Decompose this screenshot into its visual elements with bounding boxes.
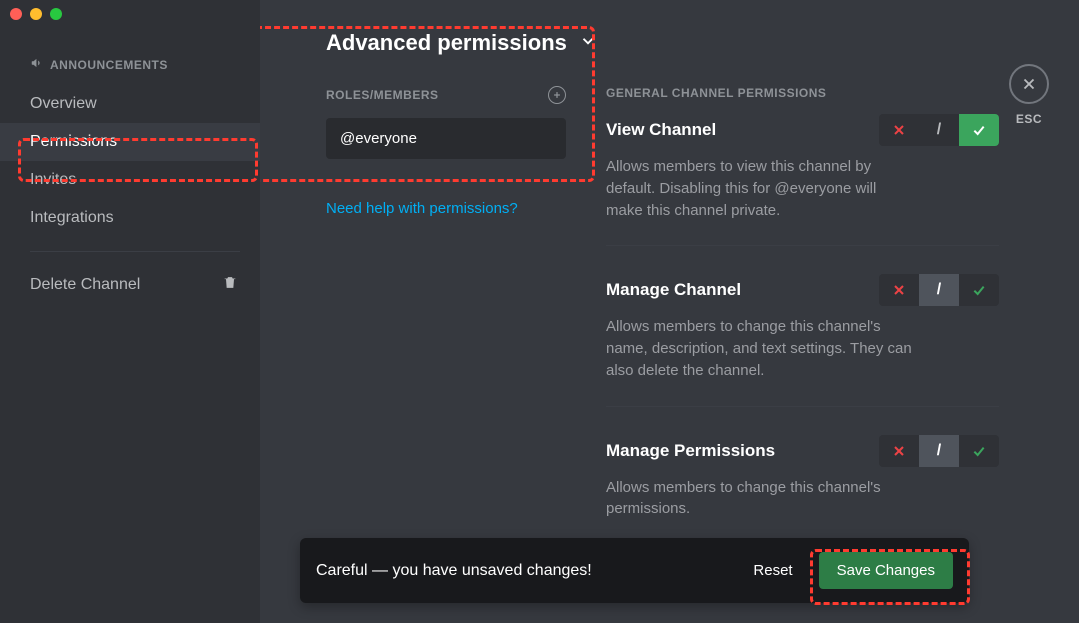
- add-role-button[interactable]: [548, 86, 566, 104]
- page-title-row: Advanced permissions: [326, 30, 999, 56]
- perm-row: Manage Permissions /: [606, 435, 999, 467]
- sidebar-item-permissions[interactable]: Permissions: [0, 123, 260, 161]
- perm-divider: [606, 406, 999, 407]
- toggle-neutral[interactable]: /: [919, 435, 959, 467]
- save-changes-button[interactable]: Save Changes: [819, 552, 953, 589]
- sidebar-item-label: Invites: [30, 171, 76, 188]
- reset-label: Reset: [753, 562, 792, 579]
- perm-row: View Channel /: [606, 114, 999, 146]
- role-chip-everyone[interactable]: @everyone: [326, 118, 566, 159]
- sidebar: ANNOUNCEMENTS Overview Permissions Invit…: [0, 0, 260, 623]
- toggle-deny[interactable]: [879, 274, 919, 306]
- perm-manage-permissions: Manage Permissions / Allows members to c…: [606, 435, 999, 521]
- save-label: Save Changes: [837, 562, 935, 579]
- perm-toggle-manage-permissions[interactable]: /: [879, 435, 999, 467]
- help-link[interactable]: Need help with permissions?: [326, 200, 566, 217]
- perm-title: Manage Channel: [606, 280, 741, 300]
- close-esc: ESC: [1009, 64, 1049, 126]
- columns: ROLES/MEMBERS @everyone Need help with p…: [326, 86, 999, 548]
- sidebar-item-label: Integrations: [30, 209, 114, 226]
- toggle-allow[interactable]: [959, 435, 999, 467]
- sidebar-item-overview[interactable]: Overview: [0, 85, 260, 123]
- perm-row: Manage Channel /: [606, 274, 999, 306]
- perm-desc: Allows members to view this channel by d…: [606, 156, 916, 221]
- toggle-allow[interactable]: [959, 114, 999, 146]
- unsaved-changes-bar: Careful — you have unsaved changes! Rese…: [300, 538, 969, 603]
- perm-desc: Allows members to change this channel's …: [606, 477, 916, 521]
- perm-toggle-manage-channel[interactable]: /: [879, 274, 999, 306]
- page-title: Advanced permissions: [326, 30, 567, 56]
- sidebar-item-label: Overview: [30, 95, 97, 112]
- sidebar-item-delete-channel[interactable]: Delete Channel: [0, 266, 260, 304]
- perm-title: Manage Permissions: [606, 441, 775, 461]
- sidebar-header-label: ANNOUNCEMENTS: [50, 58, 168, 72]
- sidebar-item-integrations[interactable]: Integrations: [0, 199, 260, 237]
- unsaved-message: Careful — you have unsaved changes!: [316, 562, 727, 580]
- app-root: ANNOUNCEMENTS Overview Permissions Invit…: [0, 0, 1079, 623]
- help-link-text: Need help with permissions?: [326, 200, 518, 217]
- close-window-dot[interactable]: [10, 8, 22, 20]
- roles-column: ROLES/MEMBERS @everyone Need help with p…: [326, 86, 566, 548]
- roles-divider: [326, 181, 566, 182]
- minimize-window-dot[interactable]: [30, 8, 42, 20]
- chevron-down-icon[interactable]: [579, 32, 597, 55]
- permissions-section-label: GENERAL CHANNEL PERMISSIONS: [606, 86, 999, 100]
- toggle-neutral[interactable]: /: [919, 274, 959, 306]
- maximize-window-dot[interactable]: [50, 8, 62, 20]
- roles-label-text: ROLES/MEMBERS: [326, 88, 439, 102]
- perm-desc: Allows members to change this channel's …: [606, 316, 916, 381]
- perm-view-channel: View Channel / Allows members to view th…: [606, 114, 999, 246]
- esc-label: ESC: [1016, 112, 1042, 126]
- reset-button[interactable]: Reset: [745, 556, 800, 585]
- permissions-label-text: GENERAL CHANNEL PERMISSIONS: [606, 86, 826, 100]
- perm-manage-channel: Manage Channel / Allows members to chang…: [606, 274, 999, 406]
- sidebar-item-invites[interactable]: Invites: [0, 161, 260, 199]
- trash-icon: [222, 275, 238, 296]
- sidebar-item-label: Delete Channel: [30, 276, 140, 293]
- perm-divider: [606, 245, 999, 246]
- sidebar-header: ANNOUNCEMENTS: [0, 56, 260, 85]
- perm-title: View Channel: [606, 120, 716, 140]
- main-content: Advanced permissions ROLES/MEMBERS @ever…: [260, 0, 1079, 623]
- toggle-allow[interactable]: [959, 274, 999, 306]
- permissions-column: GENERAL CHANNEL PERMISSIONS View Channel…: [606, 86, 999, 548]
- sidebar-divider: [30, 251, 240, 252]
- window-traffic-lights[interactable]: [10, 8, 62, 20]
- toggle-deny[interactable]: [879, 114, 919, 146]
- megaphone-icon: [30, 56, 44, 73]
- sidebar-item-label: Permissions: [30, 133, 117, 150]
- roles-section-label: ROLES/MEMBERS: [326, 86, 566, 104]
- close-button[interactable]: [1009, 64, 1049, 104]
- toggle-deny[interactable]: [879, 435, 919, 467]
- toggle-neutral[interactable]: /: [919, 114, 959, 146]
- role-chip-label: @everyone: [340, 130, 417, 147]
- perm-toggle-view-channel[interactable]: /: [879, 114, 999, 146]
